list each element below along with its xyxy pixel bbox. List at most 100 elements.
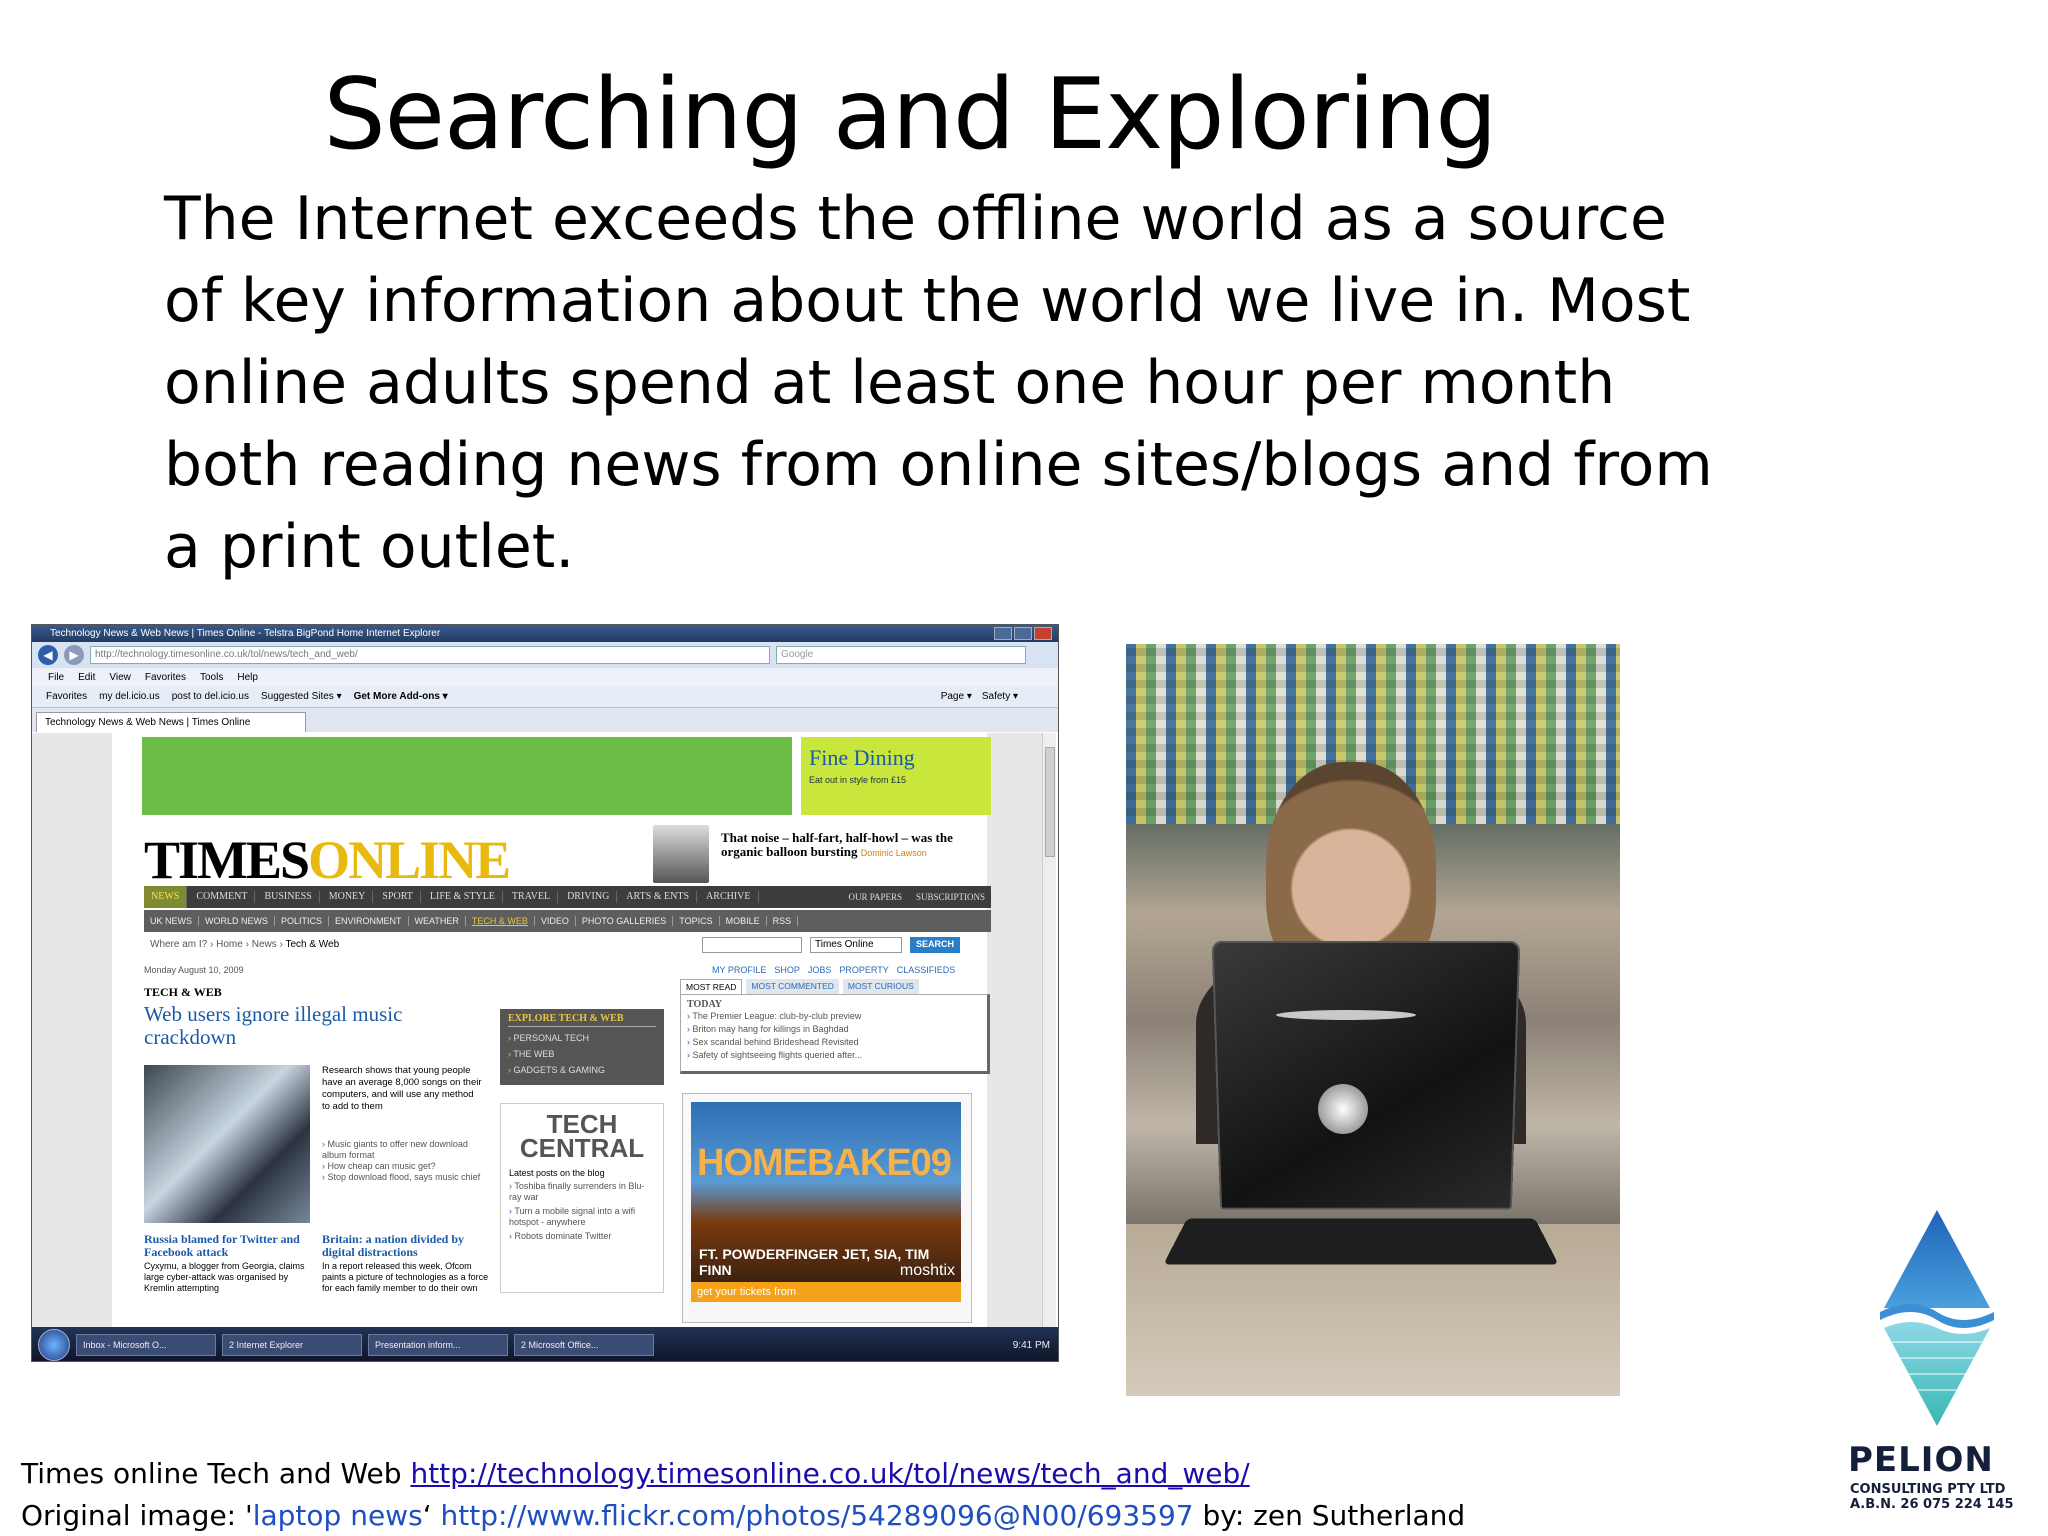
taskbar-item[interactable]: 2 Microsoft Office...: [514, 1334, 654, 1356]
tech-central-logo[interactable]: TECH CENTRAL: [509, 1112, 655, 1160]
subnav-item[interactable]: WORLD NEWS: [199, 916, 275, 926]
close-button[interactable]: [1034, 627, 1052, 640]
subnav-item[interactable]: WEATHER: [409, 916, 466, 926]
back-icon[interactable]: ◀: [38, 645, 58, 665]
site-search-button[interactable]: SEARCH: [910, 937, 960, 953]
taskbar-clock[interactable]: 9:41 PM: [1013, 1340, 1059, 1351]
subnav-item[interactable]: RSS: [767, 916, 799, 926]
pelion-wordmark: PELION: [1848, 1440, 1994, 1480]
nav-driving[interactable]: DRIVING: [560, 891, 617, 903]
ad-title: Fine Dining: [809, 745, 983, 771]
favorite-link[interactable]: Get More Add-ons ▾: [354, 691, 448, 702]
nav-travel[interactable]: TRAVEL: [505, 891, 558, 903]
safety-menu[interactable]: Safety ▾: [982, 691, 1018, 702]
explore-link[interactable]: THE WEB: [508, 1046, 656, 1062]
photo-laptop-badge: [1276, 1010, 1416, 1020]
nav-sport[interactable]: SPORT: [375, 891, 421, 903]
nav-subscriptions[interactable]: SUBSCRIPTIONS: [916, 891, 985, 903]
section-label: TECH & WEB: [144, 985, 222, 1000]
favorites-button[interactable]: Favorites: [46, 691, 87, 702]
subnav-item-active[interactable]: TECH & WEB: [466, 916, 535, 926]
nav-money[interactable]: MONEY: [322, 891, 374, 903]
taskbar-item[interactable]: Presentation inform...: [368, 1334, 508, 1356]
menu-tools[interactable]: Tools: [200, 672, 223, 683]
laptop-news-title-link[interactable]: laptop news: [253, 1499, 423, 1532]
taskbar-item[interactable]: Inbox - Microsoft O...: [76, 1334, 216, 1356]
most-read-link[interactable]: Sex scandal behind Brideshead Revisited: [687, 1036, 981, 1049]
nav-business[interactable]: BUSINESS: [257, 891, 319, 903]
related-link[interactable]: Music giants to offer new download album…: [322, 1139, 482, 1161]
flickr-link[interactable]: http://www.flickr.com/photos/54289096@N0…: [441, 1499, 1194, 1532]
menu-favorites[interactable]: Favorites: [145, 672, 186, 683]
site-search-scope[interactable]: Times Online: [810, 937, 902, 953]
subnav-item[interactable]: POLITICS: [275, 916, 329, 926]
taskbar-item[interactable]: 2 Internet Explorer: [222, 1334, 362, 1356]
breadcrumb-home[interactable]: Home: [216, 939, 243, 950]
nav-archive[interactable]: ARCHIVE: [699, 891, 758, 903]
nav-our-papers[interactable]: OUR PAPERS: [849, 891, 902, 903]
menu-file[interactable]: File: [48, 672, 64, 683]
subnav-item[interactable]: PHOTO GALLERIES: [576, 916, 673, 926]
fine-dining-ad[interactable]: Fine Dining Eat out in style from £15: [801, 737, 991, 815]
menu-help[interactable]: Help: [237, 672, 258, 683]
related-link[interactable]: Stop download flood, says music chief: [322, 1172, 482, 1183]
subnav-item[interactable]: MOBILE: [720, 916, 767, 926]
address-input[interactable]: http://technology.timesonline.co.uk/tol/…: [90, 646, 770, 664]
most-read-link[interactable]: The Premier League: club-by-club preview: [687, 1010, 981, 1023]
maximize-button[interactable]: [1014, 627, 1032, 640]
minimize-button[interactable]: [994, 627, 1012, 640]
nav-news[interactable]: NEWS: [144, 886, 187, 908]
page-menu[interactable]: Page ▾: [941, 691, 972, 702]
most-tabs: MOST READ MOST COMMENTED MOST CURIOUS: [680, 979, 992, 994]
nav-life-style[interactable]: LIFE & STYLE: [423, 891, 503, 903]
favorite-link[interactable]: post to del.icio.us: [172, 691, 249, 702]
nav-arts-ents[interactable]: ARTS & ENTS: [619, 891, 697, 903]
subnav-item[interactable]: VIDEO: [535, 916, 576, 926]
story-headline[interactable]: Russia blamed for Twitter and Facebook a…: [144, 1233, 312, 1259]
start-button-icon[interactable]: [38, 1329, 70, 1361]
lead-photo[interactable]: [144, 1065, 310, 1223]
related-link[interactable]: How cheap can music get?: [322, 1161, 482, 1172]
explore-link[interactable]: PERSONAL TECH: [508, 1030, 656, 1046]
breadcrumb: Where am I? › Home › News › Tech & Web: [150, 939, 339, 950]
timesonline-link[interactable]: http://technology.timesonline.co.uk/tol/…: [410, 1457, 1249, 1490]
link-shop[interactable]: SHOP: [774, 965, 800, 975]
forward-icon[interactable]: ▶: [64, 645, 84, 665]
link-classifieds[interactable]: CLASSIFIEDS: [897, 965, 956, 975]
subnav-item[interactable]: TOPICS: [673, 916, 719, 926]
site-search: Times Online SEARCH: [702, 937, 960, 953]
tab-most-curious[interactable]: MOST CURIOUS: [843, 979, 919, 994]
link-my-profile[interactable]: MY PROFILE: [712, 965, 766, 975]
banner-ad[interactable]: [142, 737, 792, 815]
explore-link[interactable]: GADGETS & GAMING: [508, 1062, 656, 1078]
favorite-link[interactable]: my del.icio.us: [99, 691, 160, 702]
link-jobs[interactable]: JOBS: [808, 965, 832, 975]
vertical-scrollbar[interactable]: [1042, 733, 1056, 1327]
subnav-item[interactable]: ENVIRONMENT: [329, 916, 409, 926]
site-logo[interactable]: TIMESONLINE: [144, 829, 509, 891]
subnav-item[interactable]: UK NEWS: [144, 916, 199, 926]
site-search-input[interactable]: [702, 937, 802, 953]
menu-edit[interactable]: Edit: [78, 672, 95, 683]
nav-comment[interactable]: COMMENT: [189, 891, 255, 903]
search-input[interactable]: Google: [776, 646, 1026, 664]
story-headline[interactable]: Britain: a nation divided by digital dis…: [322, 1233, 492, 1259]
favorite-link[interactable]: Suggested Sites ▾: [261, 691, 342, 702]
tab-most-commented[interactable]: MOST COMMENTED: [746, 979, 838, 994]
link-property[interactable]: PROPERTY: [839, 965, 888, 975]
browser-screenshot: Technology News & Web News | Times Onlin…: [31, 624, 1059, 1362]
tech-central-subtitle: Latest posts on the blog: [509, 1168, 655, 1178]
blog-post-link[interactable]: Toshiba finally surrenders in Blu-ray wa…: [509, 1181, 655, 1203]
most-read-link[interactable]: Safety of sightseeing flights queried af…: [687, 1049, 981, 1062]
browser-tab[interactable]: Technology News & Web News | Times Onlin…: [36, 712, 306, 732]
homebake-ad[interactable]: HOMEBAKE09 FT. POWDERFINGER JET, SIA, TI…: [682, 1093, 972, 1323]
blog-post-link[interactable]: Robots dominate Twitter: [509, 1231, 655, 1242]
breadcrumb-news[interactable]: News: [252, 939, 277, 950]
tab-most-read[interactable]: MOST READ: [680, 979, 742, 994]
menu-view[interactable]: View: [109, 672, 131, 683]
scrollbar-thumb[interactable]: [1045, 747, 1055, 857]
lead-headline[interactable]: Web users ignore illegal music crackdown: [144, 1003, 464, 1049]
pull-quote[interactable]: That noise – half-fart, half-howl – was …: [721, 831, 971, 860]
blog-post-link[interactable]: Turn a mobile signal into a wifi hotspot…: [509, 1206, 655, 1228]
most-read-link[interactable]: Briton may hang for killings in Baghdad: [687, 1023, 981, 1036]
